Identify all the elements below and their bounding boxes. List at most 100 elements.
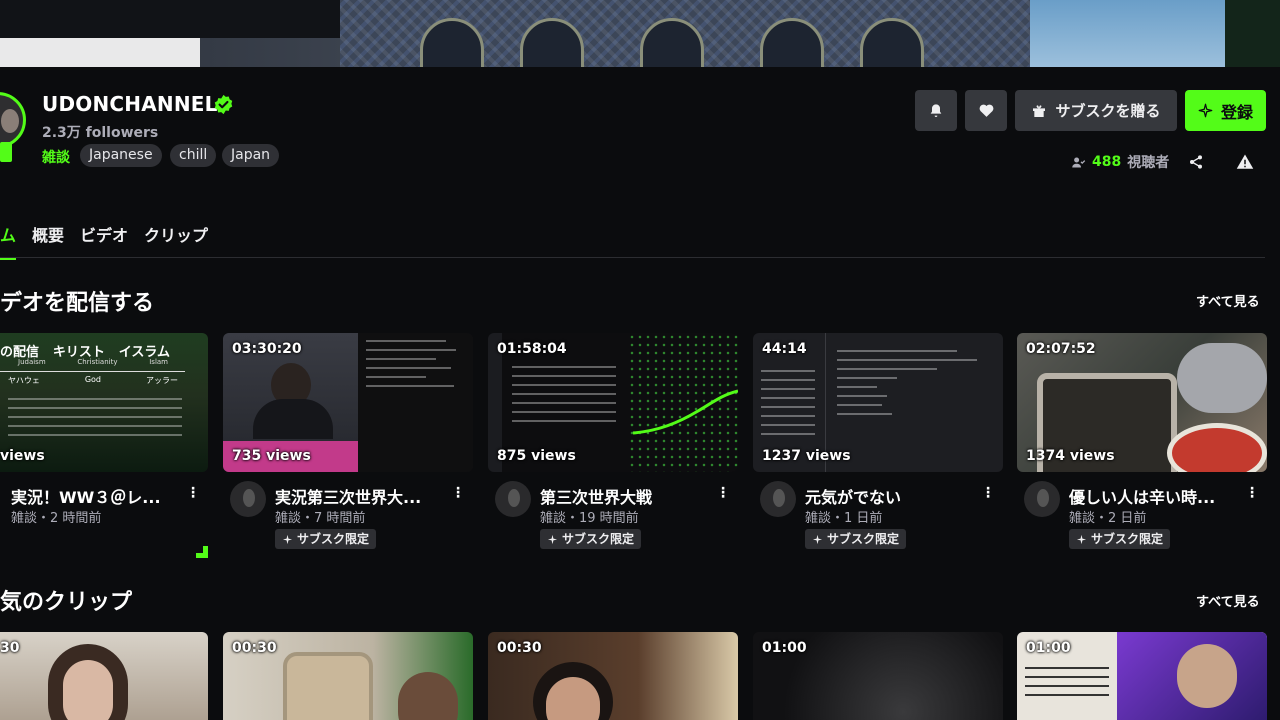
- video-meta: 雑談・19 時間前: [540, 511, 639, 526]
- clip-person: [1177, 644, 1237, 708]
- clip-face: [63, 660, 113, 720]
- video-thumbnail[interactable]: 03:30:20 735 views: [223, 333, 473, 472]
- clip-seat: [283, 652, 373, 720]
- tab-clips[interactable]: クリップ: [144, 222, 208, 260]
- sparkle-icon: [282, 534, 293, 544]
- viewers-icon: [1072, 157, 1086, 167]
- clip-card[interactable]: 30: [0, 632, 208, 720]
- tag-japanese[interactable]: Japanese: [80, 144, 162, 167]
- thumb-row: ヤハウェ God アッラー: [8, 375, 178, 386]
- clip-duration: 01:00: [762, 640, 807, 656]
- video-title[interactable]: 実況第三次世界大...: [275, 484, 455, 508]
- notify-button[interactable]: [915, 90, 957, 131]
- video-meta: 雑談・2 日前: [1069, 511, 1147, 526]
- resize-corner-icon: [196, 546, 208, 558]
- tag-japan[interactable]: Japan: [222, 144, 280, 167]
- video-card[interactable]: の配信 キリスト イスラム Judaism Christianity Islam…: [0, 333, 208, 526]
- subscriber-only-badge: サブスク限定: [805, 529, 907, 549]
- bell-icon: [930, 103, 942, 117]
- followers-count: 2.3万 followers: [42, 125, 159, 141]
- channel-mini-avatar[interactable]: [230, 481, 266, 517]
- video-card[interactable]: 44:14 1237 views 元気がでない 雑談・1 日前 ⋮ サブスク限定: [753, 333, 1003, 549]
- video-views: 1237 views: [762, 448, 851, 464]
- channel-mini-avatar[interactable]: [495, 481, 531, 517]
- badge-label: サブスク限定: [297, 532, 370, 546]
- live-indicator: [0, 142, 12, 162]
- clip-duration: 00:30: [497, 640, 542, 656]
- clip-duration: 00:30: [232, 640, 277, 656]
- channel-mini-avatar[interactable]: [1024, 481, 1060, 517]
- thumb-text: ヤハウェ: [8, 376, 40, 385]
- tag-chill[interactable]: chill: [170, 144, 217, 167]
- badge-label: サブスク限定: [1091, 532, 1164, 546]
- subscriber-only-badge: サブスク限定: [540, 529, 642, 549]
- heart-icon: [979, 104, 993, 117]
- video-duration: 03:30:20: [232, 341, 302, 357]
- clip-card[interactable]: 00:30: [488, 632, 738, 720]
- video-views: 735 views: [232, 448, 311, 464]
- gift-subscription-label: サブスクを贈る: [1055, 102, 1161, 120]
- clips-see-all-link[interactable]: すべて見る: [1196, 591, 1260, 610]
- badge-label: サブスク限定: [827, 532, 900, 546]
- thumb-notes: [358, 333, 473, 472]
- gift-subscription-button[interactable]: サブスクを贈る: [1015, 90, 1177, 131]
- video-views: 1374 views: [1026, 448, 1115, 464]
- tab-home[interactable]: ム: [0, 222, 17, 260]
- subscribe-button[interactable]: 登録: [1185, 90, 1266, 131]
- thumb-rule: [0, 371, 185, 372]
- video-card[interactable]: 03:30:20 735 views 実況第三次世界大... 雑談・7 時間前 …: [223, 333, 473, 549]
- video-title[interactable]: 実況！WW３＠レ...: [11, 484, 191, 508]
- viewer-count-label: 視聴者: [1127, 155, 1170, 171]
- category-link[interactable]: 雑談: [42, 147, 70, 167]
- banner-strip: [0, 38, 200, 67]
- thumb-text-lines: [753, 363, 823, 442]
- video-meta: 雑談・2 時間前: [11, 511, 102, 526]
- report-button[interactable]: [1235, 152, 1255, 172]
- thumb-person: [1177, 343, 1267, 413]
- video-thumbnail[interactable]: 02:07:52 1374 views: [1017, 333, 1267, 472]
- clip-card[interactable]: 00:30: [223, 632, 473, 720]
- thumb-person-body: [253, 399, 333, 439]
- video-thumbnail[interactable]: の配信 キリスト イスラム Judaism Christianity Islam…: [0, 333, 208, 472]
- subscriber-only-badge: サブスク限定: [275, 529, 377, 549]
- thumb-text-lines: [504, 359, 624, 429]
- video-duration: 44:14: [762, 341, 807, 357]
- video-card[interactable]: 01:58:04 875 views 第三次世界大戦 雑談・19 時間前 ⋮ サ…: [488, 333, 738, 549]
- video-more-options-icon[interactable]: ⋮: [1245, 485, 1259, 501]
- gift-icon: [1033, 104, 1046, 117]
- thumb-text: Islam: [149, 358, 168, 366]
- video-card[interactable]: 02:07:52 1374 views 優しい人は辛い時... 雑談・2 日前 …: [1017, 333, 1267, 549]
- clip-text-lines: [1017, 660, 1117, 703]
- verified-badge-icon: [214, 94, 233, 115]
- clip-card[interactable]: 01:00: [1017, 632, 1267, 720]
- video-more-options-icon[interactable]: ⋮: [716, 485, 730, 501]
- channel-banner: [0, 0, 1280, 67]
- channel-avatar[interactable]: [0, 92, 26, 148]
- video-more-options-icon[interactable]: ⋮: [186, 485, 200, 501]
- clip-card[interactable]: 01:00: [753, 632, 1003, 720]
- clips-section-title: 気のクリップ: [0, 590, 133, 615]
- tab-videos[interactable]: ビデオ: [80, 222, 128, 260]
- videos-section-title: デオを配信する: [0, 291, 155, 316]
- video-more-options-icon[interactable]: ⋮: [981, 485, 995, 501]
- video-thumbnail[interactable]: 01:58:04 875 views: [488, 333, 738, 472]
- follow-button[interactable]: [965, 90, 1007, 131]
- thumb-text: Judaism: [18, 358, 46, 366]
- video-duration: 01:58:04: [497, 341, 567, 357]
- badge-label: サブスク限定: [562, 532, 635, 546]
- share-button[interactable]: [1186, 152, 1206, 172]
- channel-mini-avatar[interactable]: [760, 481, 796, 517]
- video-more-options-icon[interactable]: ⋮: [451, 485, 465, 501]
- video-title[interactable]: 元気がでない: [805, 484, 985, 508]
- subscribe-label: 登録: [1220, 102, 1253, 122]
- video-thumbnail[interactable]: 44:14 1237 views: [753, 333, 1003, 472]
- videos-see-all-link[interactable]: すべて見る: [1196, 291, 1260, 310]
- video-title[interactable]: 第三次世界大戦: [540, 484, 720, 508]
- video-meta: 雑談・7 時間前: [275, 511, 366, 526]
- thumb-text-lines: [0, 391, 190, 443]
- video-title[interactable]: 優しい人は辛い時...: [1069, 484, 1249, 508]
- channel-tabs: ム 概要 ビデオ クリップ: [0, 222, 224, 260]
- video-views: 875 views: [497, 448, 576, 464]
- tab-about[interactable]: 概要: [32, 222, 64, 260]
- thumb-text-lines: [829, 343, 989, 422]
